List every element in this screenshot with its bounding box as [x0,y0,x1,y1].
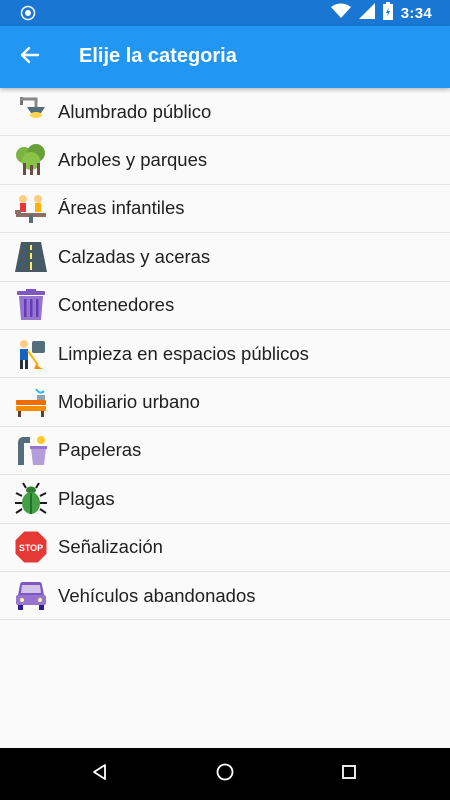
signal-icon [358,2,375,24]
triangle-back-icon [90,762,110,787]
trash-container-icon [14,288,48,322]
street-cleaner-icon [14,337,48,371]
status-bar: 3:34 [0,0,450,26]
street-lamp-icon [14,95,48,129]
trees-icon [14,143,48,177]
page-title: Elije la categoria [79,45,237,67]
beetle-icon [14,482,48,516]
circle-home-icon [215,762,235,787]
category-item-vehiculos[interactable]: Vehículos abandonados [0,571,450,621]
category-item-limpieza[interactable]: Limpieza en espacios públicos [0,329,450,379]
road-icon [14,240,48,274]
category-item-alumbrado[interactable]: Alumbrado público [0,88,450,137]
category-label: Áreas infantiles [58,197,185,219]
category-label: Arboles y parques [58,149,208,171]
category-label: Plagas [58,487,115,509]
category-item-arboles[interactable]: Arboles y parques [0,136,450,185]
svg-text:STOP: STOP [19,543,43,553]
square-recents-icon [339,762,359,787]
wifi-icon [330,3,351,24]
category-item-areas-infantiles[interactable]: Áreas infantiles [0,184,450,234]
category-item-contenedores[interactable]: Contenedores [0,281,450,330]
nav-back-button[interactable] [86,760,114,788]
category-list: Alumbrado público Arboles y parques Área… [0,88,450,621]
car-icon [14,579,48,613]
navigation-bar [0,748,450,800]
notification-icon [20,5,36,26]
category-item-mobiliario[interactable]: Mobiliario urbano [0,378,450,427]
bench-fountain-icon [14,385,48,419]
category-item-calzadas[interactable]: Calzadas y aceras [0,233,450,282]
category-item-plagas[interactable]: Plagas [0,475,450,524]
litter-bin-icon [14,433,48,467]
back-button[interactable] [12,39,48,75]
category-label: Alumbrado público [58,100,212,122]
category-label: Papeleras [58,439,142,461]
category-item-papeleras[interactable]: Papeleras [0,426,450,476]
playground-icon [14,191,48,225]
category-label: Señalización [58,536,163,558]
nav-recents-button[interactable] [335,760,363,788]
clock: 3:34 [400,4,432,22]
battery-icon [382,1,393,25]
category-label: Calzadas y aceras [58,245,211,267]
nav-home-button[interactable] [211,760,239,788]
category-item-senalizacion[interactable]: STOP Señalización [0,523,450,572]
arrow-back-icon [20,45,40,70]
category-label: Mobiliario urbano [58,391,200,413]
category-label: Vehículos abandonados [58,584,256,606]
category-label: Contenedores [58,294,175,316]
category-label: Limpieza en espacios públicos [58,342,309,364]
stop-sign-icon: STOP [14,530,48,564]
app-bar: Elije la categoria [0,26,450,88]
